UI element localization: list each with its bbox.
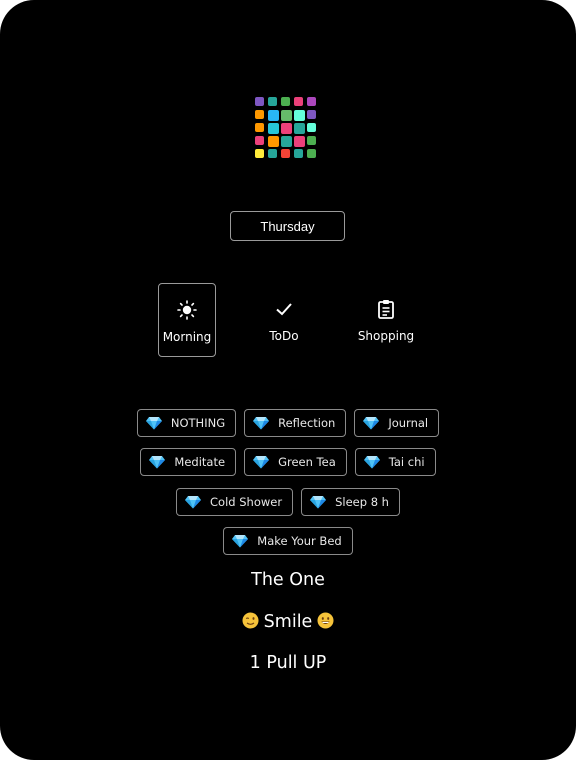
habit-chip-journal[interactable]: Journal — [354, 409, 440, 437]
logo-tile — [281, 97, 290, 106]
tab-label: Morning — [162, 330, 212, 344]
habit-row: NOTHING Reflection Journal — [0, 409, 576, 437]
grinning-face-icon — [317, 612, 334, 629]
logo-tile — [268, 110, 279, 121]
logo-tile — [281, 123, 292, 134]
diamond-icon — [363, 416, 380, 430]
logo-tile — [268, 123, 279, 134]
habit-label: Make Your Bed — [257, 534, 342, 548]
logo-tile — [268, 136, 279, 147]
logo-tile — [307, 136, 316, 145]
diamond-icon — [185, 495, 202, 509]
logo-tile — [294, 123, 305, 134]
logo-tile — [268, 149, 277, 158]
diamond-icon — [149, 455, 166, 469]
diamond-icon — [310, 495, 327, 509]
diamond-icon — [232, 534, 249, 548]
habit-label: Reflection — [278, 416, 336, 430]
logo-tile — [255, 123, 264, 132]
winking-face-icon — [242, 612, 259, 629]
logo-tile — [294, 136, 305, 147]
logo-tile — [268, 97, 277, 106]
habit-chip-tai-chi[interactable]: Tai chi — [354, 448, 436, 476]
habit-label: Cold Shower — [210, 495, 283, 509]
the-one-heading: The One — [251, 570, 325, 590]
day-selector-button[interactable]: Thursday — [230, 211, 345, 241]
logo-tile — [255, 97, 264, 106]
habit-chip-sleep[interactable]: Sleep 8 h — [301, 488, 400, 516]
logo-tile — [281, 136, 292, 147]
smile-row: Smile — [0, 612, 576, 632]
diamond-icon — [253, 455, 270, 469]
logo-tile — [255, 110, 264, 119]
tab-label: ToDo — [269, 329, 299, 343]
logo-tile — [294, 97, 303, 106]
logo-tile — [255, 136, 264, 145]
logo-tile — [307, 123, 316, 132]
tab-shopping[interactable]: Shopping — [357, 283, 415, 357]
habit-label: Sleep 8 h — [335, 495, 389, 509]
habit-label: Green Tea — [278, 455, 336, 469]
diamond-icon — [145, 416, 162, 430]
app-screen: Thursday Morning ToDo Shopping NOTHING R… — [0, 0, 576, 760]
habit-chip-green-tea[interactable]: Green Tea — [244, 448, 347, 476]
habit-row: Meditate Green Tea Tai chi — [0, 448, 576, 476]
tab-morning[interactable]: Morning — [158, 283, 216, 357]
tab-todo[interactable]: ToDo — [255, 283, 313, 357]
habit-label: Tai chi — [388, 455, 425, 469]
habit-label: Journal — [388, 416, 429, 430]
tab-label: Shopping — [357, 329, 415, 343]
habit-chip-meditate[interactable]: Meditate — [140, 448, 237, 476]
smile-label: Smile — [263, 612, 313, 632]
pull-up-heading: 1 Pull UP — [249, 653, 327, 673]
logo-tile — [255, 149, 264, 158]
logo-tile — [307, 149, 316, 158]
sun-icon — [177, 300, 197, 320]
habit-label: NOTHING — [170, 416, 226, 430]
habit-row: Make Your Bed — [0, 527, 576, 555]
logo-tile — [294, 110, 305, 121]
logo-tile — [307, 110, 316, 119]
logo-tile — [307, 97, 316, 106]
habit-chip-make-your-bed[interactable]: Make Your Bed — [223, 527, 353, 555]
habit-chip-reflection[interactable]: Reflection — [244, 409, 347, 437]
habit-chip-nothing[interactable]: NOTHING — [136, 409, 237, 437]
habit-label: Meditate — [174, 455, 226, 469]
diamond-icon — [253, 416, 270, 430]
logo-tile — [281, 110, 292, 121]
clipboard-icon — [377, 299, 395, 319]
habit-chip-cold-shower[interactable]: Cold Shower — [176, 488, 294, 516]
habit-row: Cold Shower Sleep 8 h — [0, 488, 576, 516]
logo-tile — [281, 149, 290, 158]
app-logo — [255, 97, 321, 163]
diamond-icon — [363, 455, 380, 469]
checkmark-icon — [275, 299, 293, 319]
logo-tile — [294, 149, 303, 158]
